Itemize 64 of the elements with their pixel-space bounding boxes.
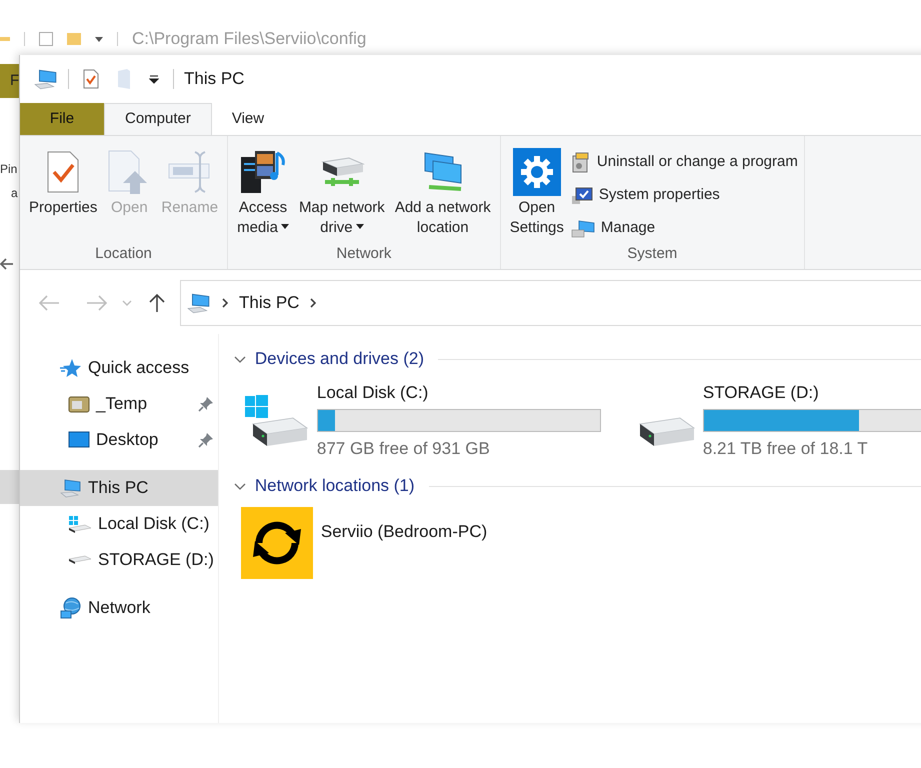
monitor-check-icon [570,186,593,206]
ribbon-button[interactable]: Open Settings [506,146,567,238]
nav-item[interactable]: This PC [20,470,218,506]
file-menu-button[interactable]: File [20,103,104,135]
cut-off-tab[interactable]: F [0,64,19,98]
hard-drive-icon [638,416,695,446]
ribbon-button[interactable]: Uninstall or change a program [570,148,798,177]
back-arrow-icon [0,258,14,270]
globe-icon [60,597,82,619]
media-server-icon [239,149,287,195]
window-path: C:\Program Files\Serviio\config [132,28,366,50]
chevron-right-icon[interactable] [221,298,229,308]
section-title: Network locations (1) [254,475,415,498]
pin-icon [198,396,214,412]
breadcrumb-item[interactable]: This PC [239,290,300,316]
group-label: Network [336,244,392,264]
ribbon-button[interactable]: Manage [570,214,798,243]
computer-icon [34,68,58,90]
document-check-icon [46,150,80,194]
ribbon-label: a [10,185,19,202]
nav-item[interactable]: Quick access [20,350,218,386]
free-space: 8.21 TB free of 18.1 T [702,438,869,460]
caret-icon[interactable] [149,74,159,84]
computer-management-icon [570,218,595,238]
section-title: Devices and drives (2) [254,348,424,370]
properties-icon[interactable] [83,69,99,89]
computer-icon [60,478,82,498]
pin-icon [198,432,214,448]
computer-icon [187,292,211,314]
nav-item[interactable]: Local Disk (C:) [20,506,218,542]
group-label: Location [95,244,152,264]
sync-arrows-icon [240,507,313,579]
ribbon-button[interactable]: Map network drive [296,146,388,238]
selected-row [0,470,19,504]
drive-icon [68,514,92,534]
nav-item[interactable]: Network [20,590,218,626]
desktop-icon [68,431,90,449]
network-location-name[interactable]: Serviio (Bedroom-PC) [320,507,488,544]
ribbon-tab[interactable]: View [212,103,284,135]
ribbon-button[interactable]: System properties [570,181,798,210]
chevron-right-icon[interactable] [309,298,318,308]
caret-icon [95,36,103,42]
up-arrow-icon[interactable] [148,293,166,313]
address-field[interactable]: This PC [180,280,921,326]
folder-icon [68,394,90,414]
settings-icon [512,148,561,196]
ribbon-button[interactable]: Access media [234,146,292,238]
nav-item[interactable]: _Temp [20,386,218,422]
ribbon-tab[interactable]: Computer [104,103,212,135]
folder-icon [67,33,81,45]
drive-name[interactable]: Local Disk (C:) [316,380,607,406]
group-label: System [627,244,678,264]
ribbon-button[interactable]: Add a network location [392,146,494,238]
drive-name[interactable]: STORAGE (D:) [702,380,921,406]
free-space: 877 GB free of 931 GB [316,438,491,460]
drive-icon [68,555,92,565]
nav-item[interactable]: STORAGE (D:) [20,542,218,578]
program-box-icon [570,152,591,174]
nav-item[interactable]: Desktop [20,422,218,458]
hard-drive-icon [242,394,309,448]
ribbon-button[interactable]: Properties [26,146,100,218]
star-icon [60,358,82,378]
window-title: This PC [184,68,244,90]
ribbon-label: Pin [0,161,18,178]
